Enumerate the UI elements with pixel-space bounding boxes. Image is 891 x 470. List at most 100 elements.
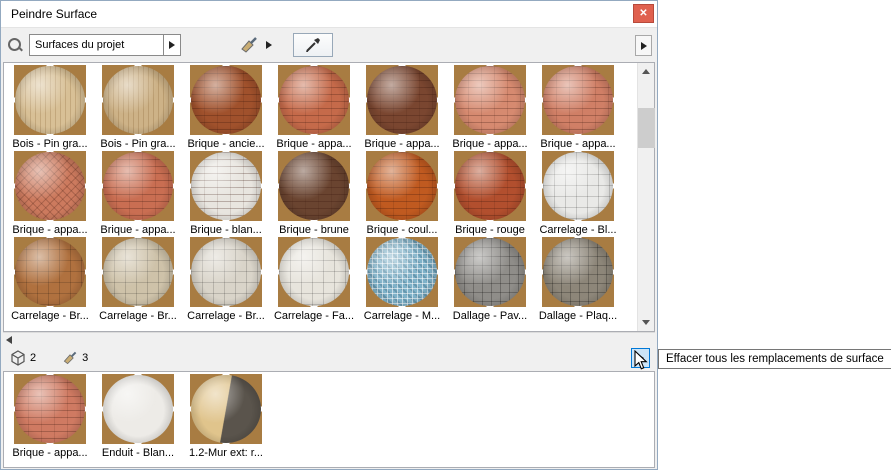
material-sphere <box>103 238 173 306</box>
material-label: Carrelage - M... <box>363 310 441 322</box>
override-count-label: 3 <box>82 352 89 364</box>
material-item[interactable]: Carrelage - Bl... <box>534 151 622 237</box>
material-item[interactable]: Brique - appa... <box>6 374 94 460</box>
material-item[interactable]: Brique - appa... <box>94 151 182 237</box>
material-item[interactable]: Enduit - Blan... <box>94 374 182 460</box>
overrides-grid: Brique - appa... Enduit - Blan... 1.2-Mu… <box>4 372 654 467</box>
scrollbar-track[interactable] <box>638 80 655 314</box>
model-surface-count: 2 <box>10 350 36 366</box>
material-item[interactable]: Carrelage - M... <box>358 237 446 323</box>
close-icon: ✕ <box>639 8 648 19</box>
titlebar: Peindre Surface ✕ <box>1 1 657 28</box>
material-label: Brique - blan... <box>190 224 262 236</box>
scroll-up-icon <box>642 69 650 74</box>
material-preview <box>278 237 350 307</box>
material-item[interactable]: Bois - Pin gra... <box>94 65 182 151</box>
material-label: Brique - appa... <box>12 224 88 236</box>
panel-splitter[interactable] <box>3 332 655 345</box>
material-sphere <box>279 238 349 306</box>
material-item[interactable]: Carrelage - Br... <box>182 237 270 323</box>
screen: Peindre Surface ✕ Surfaces du projet Boi… <box>0 0 891 470</box>
material-preview <box>278 65 350 135</box>
material-sphere <box>367 238 437 306</box>
material-item[interactable]: Dallage - Plaq... <box>534 237 622 323</box>
scrollbar-thumb[interactable] <box>638 108 655 148</box>
material-preview <box>14 374 86 444</box>
material-label: Dallage - Pav... <box>452 310 528 322</box>
material-item[interactable]: Brique - brune <box>270 151 358 237</box>
scroll-down-button[interactable] <box>638 314 654 331</box>
material-label: Brique - rouge <box>455 224 525 236</box>
material-label: Bois - Pin gra... <box>12 138 88 150</box>
material-sphere <box>455 238 525 306</box>
material-item[interactable]: Carrelage - Br... <box>6 237 94 323</box>
material-label: Brique - appa... <box>12 447 88 459</box>
material-sphere <box>455 152 525 220</box>
material-sphere <box>191 375 261 443</box>
material-label: Brique - ancie... <box>187 138 265 150</box>
surface-catalog-panel: Bois - Pin gra... Bois - Pin gra... Briq… <box>3 62 655 332</box>
close-button[interactable]: ✕ <box>633 4 654 23</box>
material-preview <box>366 237 438 307</box>
flyout-arrow-icon <box>266 41 272 49</box>
catalog-flyout-button[interactable] <box>635 35 652 56</box>
surface-source-flyout-button[interactable] <box>163 35 180 55</box>
material-item[interactable]: Brique - appa... <box>534 65 622 151</box>
material-sphere <box>191 152 261 220</box>
material-preview <box>454 237 526 307</box>
paint-tool-flyout-button[interactable] <box>263 34 275 56</box>
paint-surface-dialog: Peindre Surface ✕ Surfaces du projet Boi… <box>0 0 658 470</box>
material-preview <box>102 374 174 444</box>
material-preview <box>102 65 174 135</box>
material-sphere <box>15 238 85 306</box>
overrides-toolbar: 2 3 <box>3 345 655 371</box>
material-sphere <box>103 66 173 134</box>
override-surface-count: 3 <box>62 350 88 366</box>
flyout-arrow-icon <box>640 41 647 50</box>
material-item[interactable]: Brique - coul... <box>358 151 446 237</box>
material-sphere <box>367 66 437 134</box>
material-preview <box>278 151 350 221</box>
material-item[interactable]: Brique - appa... <box>446 65 534 151</box>
surface-source-combo[interactable]: Surfaces du projet <box>29 34 181 56</box>
material-item[interactable]: Bois - Pin gra... <box>6 65 94 151</box>
material-preview <box>190 237 262 307</box>
material-label: 1.2-Mur ext: r... <box>189 447 263 459</box>
material-item[interactable]: Carrelage - Fa... <box>270 237 358 323</box>
material-label: Brique - coul... <box>366 224 438 236</box>
material-label: Brique - appa... <box>540 138 616 150</box>
material-preview <box>454 151 526 221</box>
tooltip-text: Effacer tous les remplacements de surfac… <box>666 353 884 365</box>
material-label: Carrelage - Fa... <box>273 310 355 322</box>
material-item[interactable]: Brique - appa... <box>6 151 94 237</box>
window-title: Peindre Surface <box>11 7 98 21</box>
material-item[interactable]: Brique - rouge <box>446 151 534 237</box>
material-item[interactable]: Brique - ancie... <box>182 65 270 151</box>
material-sphere <box>279 152 349 220</box>
material-item[interactable]: Brique - appa... <box>270 65 358 151</box>
material-item[interactable]: Dallage - Pav... <box>446 237 534 323</box>
material-preview <box>190 374 262 444</box>
material-item[interactable]: Brique - appa... <box>358 65 446 151</box>
material-preview <box>102 237 174 307</box>
vertical-scrollbar[interactable] <box>637 63 655 331</box>
toolbar: Surfaces du projet <box>1 28 657 62</box>
surface-source-value: Surfaces du projet <box>35 39 125 51</box>
material-sphere <box>367 152 437 220</box>
paint-tool-button[interactable] <box>237 33 261 57</box>
scroll-up-button[interactable] <box>638 63 654 80</box>
material-preview <box>190 65 262 135</box>
material-item[interactable]: Brique - blan... <box>182 151 270 237</box>
material-preview <box>14 65 86 135</box>
search-icon <box>7 37 23 53</box>
material-label: Dallage - Plaq... <box>538 310 618 322</box>
overrides-panel: Brique - appa... Enduit - Blan... 1.2-Mu… <box>3 371 655 468</box>
material-item[interactable]: Carrelage - Br... <box>94 237 182 323</box>
material-preview <box>366 151 438 221</box>
material-label: Brique - appa... <box>100 224 176 236</box>
material-sphere <box>103 152 173 220</box>
eyedropper-icon <box>306 38 320 52</box>
material-label: Carrelage - Br... <box>11 310 89 322</box>
material-item[interactable]: 1.2-Mur ext: r... <box>182 374 270 460</box>
eyedropper-button[interactable] <box>293 33 333 57</box>
